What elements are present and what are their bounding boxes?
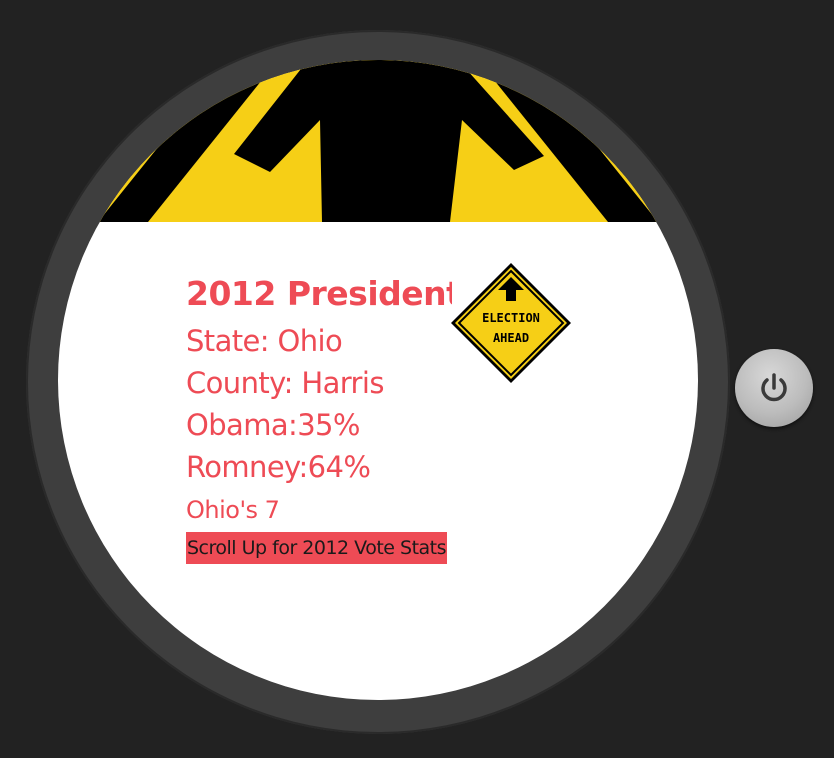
scroll-hint[interactable]: Scroll Up for 2012 Vote Stats [186,532,448,564]
power-icon [761,373,787,402]
power-button[interactable] [735,349,813,427]
banner-image [58,60,698,222]
page-title: 2012 Presidenti [186,274,452,313]
sign-line1: ELECTION [482,311,540,325]
romney-percent: Romney:64% [186,450,371,484]
watch-screen[interactable]: 2012 Presidenti State: Ohio County: Harr… [58,60,698,700]
emulator-stage: 2012 Presidenti State: Ohio County: Harr… [0,0,834,758]
sign-line2: AHEAD [493,331,529,345]
district-label: Ohio's 7 [186,496,280,524]
arrow-sign-graphic [58,60,698,222]
obama-percent: Obama:35% [186,408,360,442]
election-ahead-sign-icon: ELECTION AHEAD [451,263,571,383]
